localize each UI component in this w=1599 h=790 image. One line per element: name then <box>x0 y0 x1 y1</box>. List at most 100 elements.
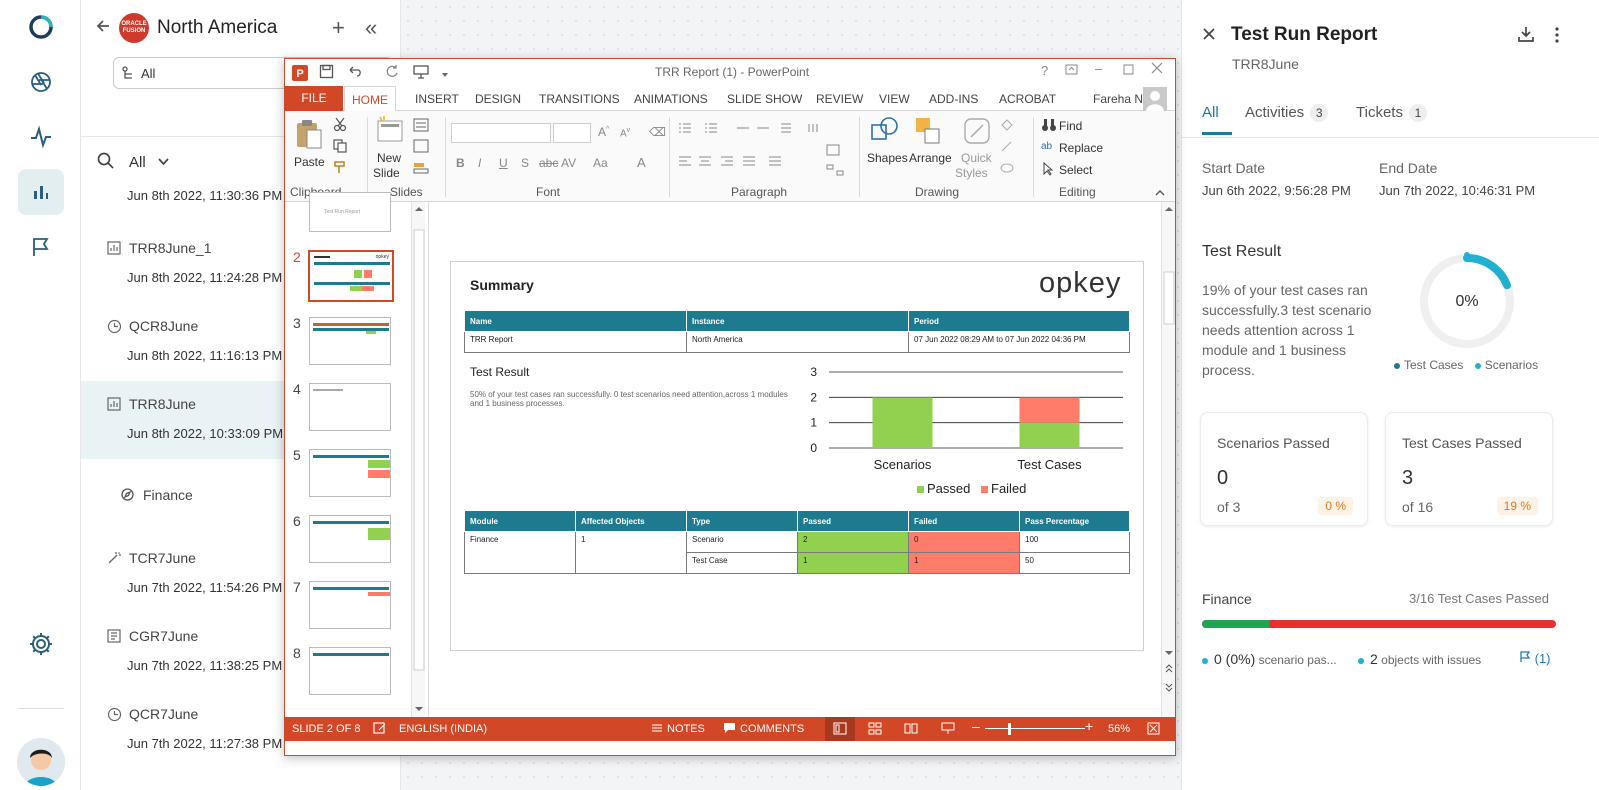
spell-check-icon[interactable] <box>373 721 387 738</box>
new-slide-label-2[interactable]: Slide <box>373 166 400 180</box>
align-icons[interactable] <box>677 155 797 170</box>
paste-icon[interactable] <box>295 118 323 153</box>
change-case-icon[interactable]: Aa <box>593 156 608 170</box>
slideshow-view-icon[interactable] <box>941 722 955 738</box>
slide-thumbnail[interactable] <box>309 383 391 431</box>
slide-thumbnail[interactable] <box>309 515 391 563</box>
tab-transitions[interactable]: TRANSITIONS <box>539 92 620 106</box>
collapse-panel-button[interactable]: « <box>365 17 377 39</box>
add-button[interactable]: + <box>332 17 345 39</box>
shape-fill-icon[interactable] <box>999 117 1015 134</box>
section-icon[interactable] <box>413 161 433 178</box>
select-button[interactable]: Select <box>1059 163 1092 177</box>
tab-slide-show[interactable]: SLIDE SHOW <box>727 92 802 106</box>
reports-icon[interactable] <box>18 169 64 215</box>
objects-issues-meta[interactable]: 2 objects with issues <box>1358 651 1481 667</box>
arrange-icon[interactable] <box>913 115 943 150</box>
bold-icon[interactable]: B <box>456 156 465 170</box>
minimize-icon[interactable]: – <box>1095 61 1102 76</box>
reset-icon[interactable] <box>413 139 429 156</box>
settings-gear-icon[interactable] <box>18 621 64 667</box>
font-color-icon[interactable]: A <box>637 155 646 170</box>
tab-add-ins[interactable]: ADD-INS <box>929 92 978 106</box>
flag-icon[interactable] <box>18 224 64 270</box>
shape-effects-icon[interactable] <box>999 161 1015 178</box>
replace-icon[interactable]: ab <box>1041 141 1052 152</box>
layout-icon[interactable] <box>413 118 433 135</box>
tab-activities[interactable]: Activities 3 <box>1245 104 1329 122</box>
paste-button[interactable]: Paste <box>294 155 325 169</box>
notes-button[interactable]: NOTES <box>667 723 705 735</box>
notes-icon[interactable] <box>651 722 663 737</box>
test-cases-passed-card[interactable]: Test Cases Passed 3 of 16 19 % <box>1385 412 1553 526</box>
underline-icon[interactable]: U <box>499 156 508 170</box>
undo-icon[interactable] <box>347 64 365 82</box>
quick-styles-label-2[interactable]: Styles <box>955 166 988 180</box>
decrease-font-icon[interactable]: Av <box>620 127 630 139</box>
tab-home[interactable]: HOME <box>344 86 396 112</box>
zoom-slider-track[interactable] <box>985 728 1085 729</box>
zoom-slider-thumb[interactable] <box>1008 723 1011 735</box>
search-icon[interactable] <box>97 152 114 172</box>
spacing-icon[interactable]: AV <box>561 156 576 170</box>
find-button[interactable]: Find <box>1059 119 1082 133</box>
smartart-icon[interactable] <box>825 163 849 180</box>
language-indicator[interactable]: ENGLISH (INDIA) <box>399 723 487 735</box>
cut-icon[interactable] <box>333 117 347 134</box>
tab-file[interactable]: FILE <box>285 86 343 111</box>
slide-thumbnail[interactable]: Test Run Report <box>309 192 391 232</box>
slide-thumbnail[interactable] <box>309 581 391 629</box>
collapse-ribbon-icon[interactable] <box>1155 185 1165 200</box>
help-icon[interactable]: ? <box>1041 63 1048 78</box>
font-size-dropdown[interactable] <box>553 123 591 143</box>
download-icon[interactable] <box>1517 25 1535 46</box>
new-slide-label-1[interactable]: New <box>377 151 401 165</box>
start-slideshow-icon[interactable] <box>413 64 431 82</box>
replace-button[interactable]: Replace <box>1059 141 1103 155</box>
thumbnail-scrollbar[interactable] <box>411 202 425 717</box>
tab-animations[interactable]: ANIMATIONS <box>634 92 708 106</box>
quick-styles-icon[interactable] <box>961 115 993 150</box>
select-cursor-icon[interactable] <box>1042 161 1054 179</box>
activity-icon[interactable] <box>18 114 64 160</box>
clear-format-icon[interactable]: ⌫ <box>649 125 666 139</box>
format-painter-icon[interactable] <box>333 161 347 178</box>
tab-all[interactable]: All <box>1202 104 1219 121</box>
shadow-icon[interactable]: S <box>521 156 529 170</box>
zoom-out-button[interactable]: – <box>972 718 980 734</box>
slide-thumbnail[interactable] <box>309 449 391 497</box>
zoom-level[interactable]: 56% <box>1108 723 1130 735</box>
shapes-icon[interactable] <box>869 115 901 150</box>
ribbon-display-icon[interactable] <box>1065 63 1078 78</box>
arrange-button[interactable]: Arrange <box>909 151 952 165</box>
save-icon[interactable] <box>319 64 334 82</box>
slide-thumbnail-selected[interactable]: opkey <box>308 250 394 302</box>
back-arrow-icon[interactable] <box>95 18 111 37</box>
close-icon[interactable] <box>1202 27 1216 44</box>
font-family-dropdown[interactable] <box>451 123 551 143</box>
tab-insert[interactable]: INSERT <box>415 92 459 106</box>
slide-thumbnail[interactable] <box>309 317 391 365</box>
user-picture[interactable] <box>1143 87 1167 111</box>
slide-scrollbar[interactable] <box>1161 202 1175 717</box>
chevron-down-icon[interactable] <box>157 155 170 171</box>
shapes-button[interactable]: Shapes <box>867 151 908 165</box>
scenarios-passed-card[interactable]: Scenarios Passed 0 of 3 0 % <box>1200 412 1368 526</box>
reading-view-icon[interactable] <box>904 722 918 738</box>
tab-acrobat[interactable]: ACROBAT <box>999 92 1056 106</box>
tab-design[interactable]: DESIGN <box>475 92 521 106</box>
tab-review[interactable]: REVIEW <box>816 92 863 106</box>
italic-icon[interactable]: I <box>478 156 481 170</box>
slide-thumbnail[interactable] <box>309 647 391 695</box>
increase-font-icon[interactable]: A^ <box>598 125 609 139</box>
find-binoculars-icon[interactable] <box>1041 118 1057 135</box>
aperture-icon[interactable] <box>18 59 64 105</box>
fit-to-window-icon[interactable] <box>1147 722 1160 738</box>
maximize-icon[interactable] <box>1123 63 1134 78</box>
slide-sorter-icon[interactable] <box>868 722 882 738</box>
shape-outline-icon[interactable] <box>999 139 1015 156</box>
app-logo-icon[interactable] <box>18 4 64 50</box>
text-direction-icon[interactable] <box>825 143 849 160</box>
strikethrough-icon[interactable]: abc <box>539 156 558 170</box>
tab-view[interactable]: VIEW <box>879 92 910 106</box>
